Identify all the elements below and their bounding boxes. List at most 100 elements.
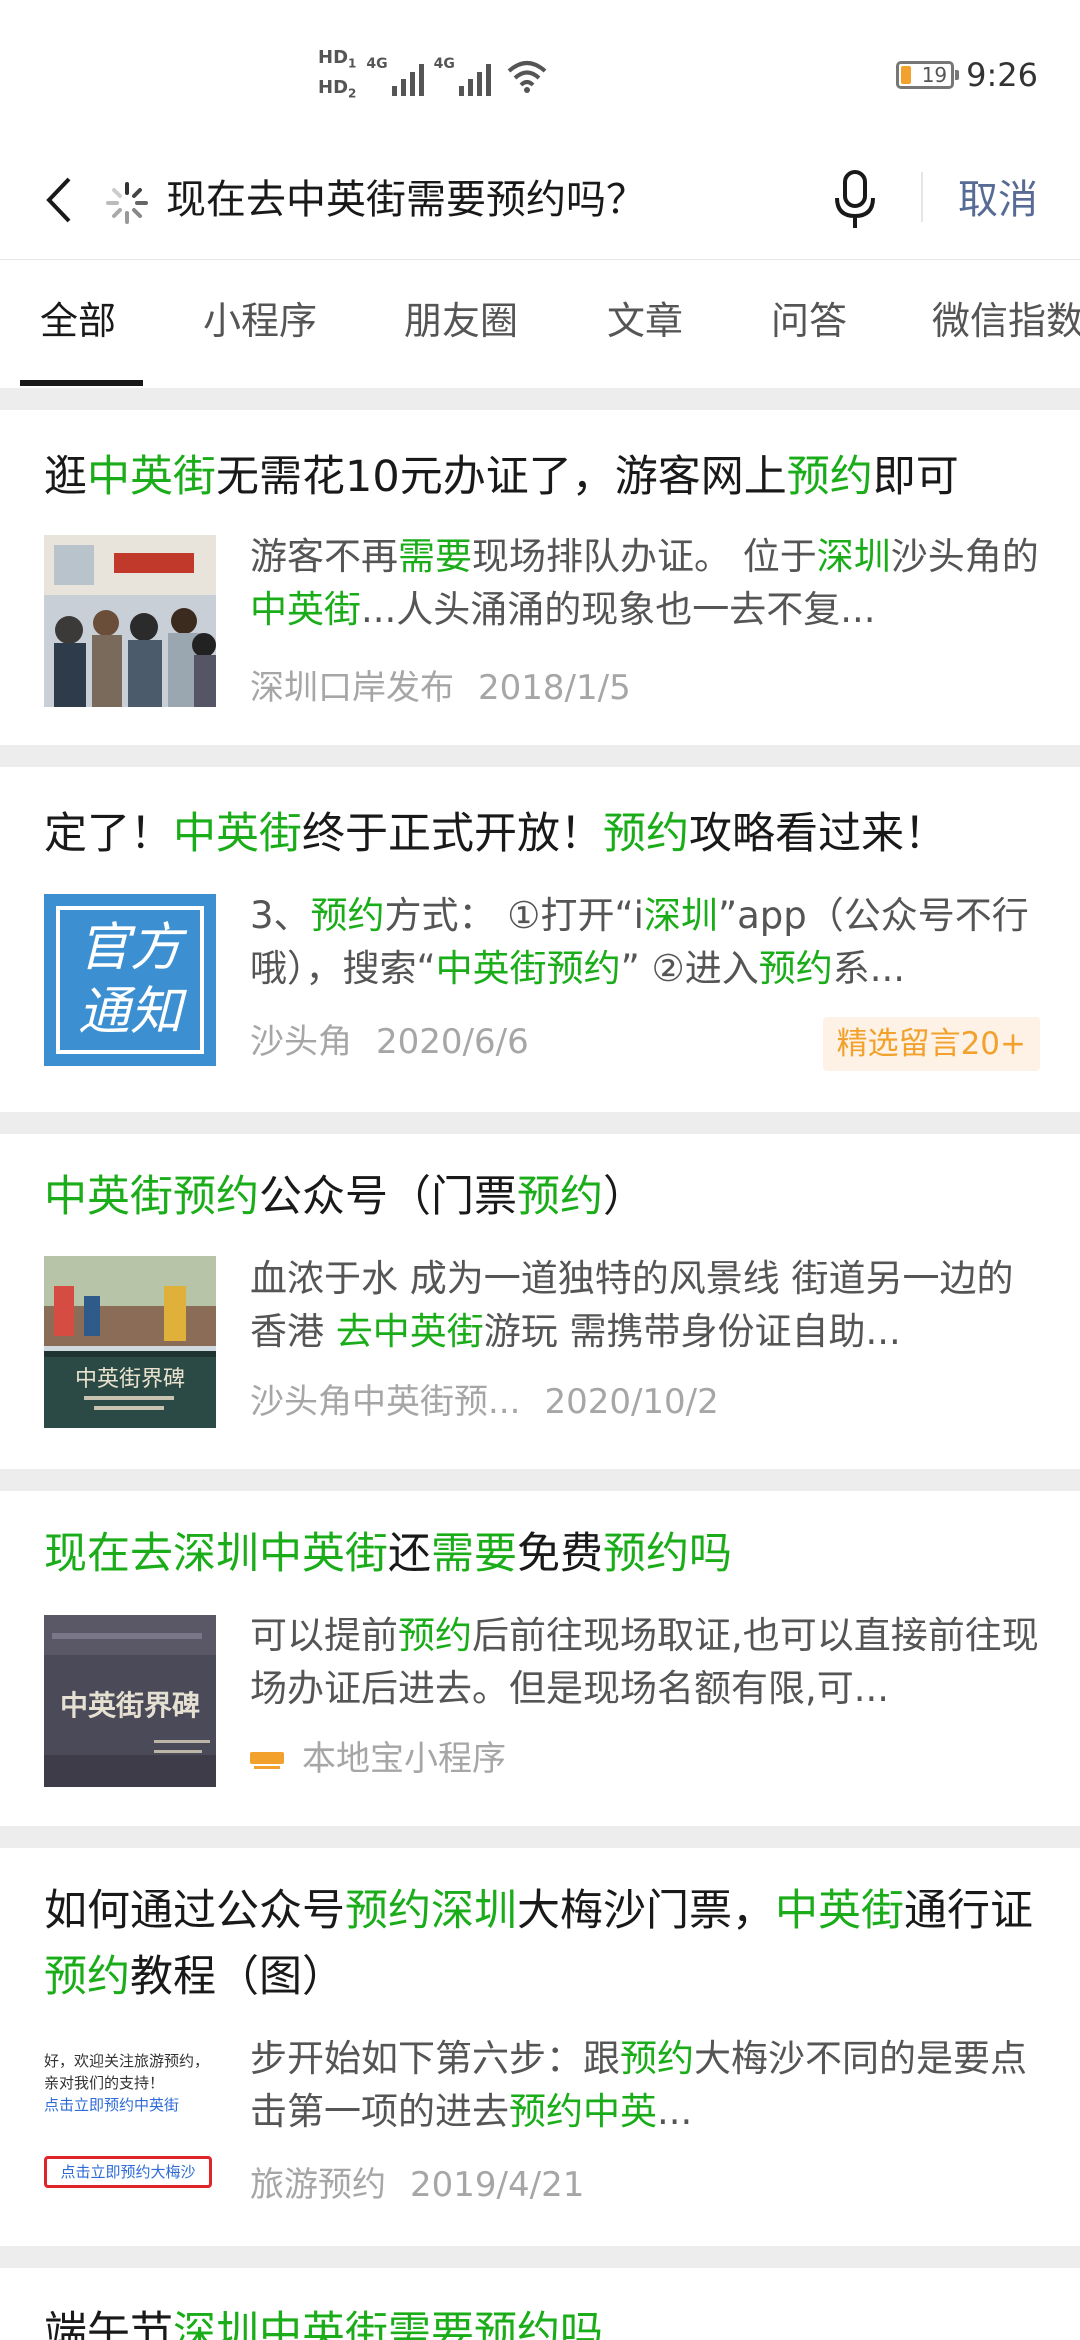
- highlighted-keyword: 深圳中英街需要预约吗: [173, 2308, 603, 2340]
- text-segment: 免费: [517, 1529, 603, 1579]
- tab-mini-programs[interactable]: 小程序: [203, 296, 317, 346]
- search-bar: 现在去中英街需要预约吗？ 取消: [0, 150, 1080, 260]
- highlighted-keyword: 预约: [620, 2037, 694, 2080]
- highlighted-keyword: 预约: [398, 1614, 472, 1657]
- text-segment: ...人头涌涌的现象也一去不复...: [361, 588, 876, 631]
- result-source[interactable]: 沙头角: [250, 1022, 352, 1062]
- text-segment: 游客不再: [250, 535, 398, 578]
- result-source[interactable]: 旅游预约: [250, 2165, 386, 2205]
- text-segment: 端午节: [44, 2308, 173, 2340]
- battery-icon: 19: [896, 61, 960, 89]
- text-segment: 公众号（门票: [259, 1172, 517, 1222]
- text-segment: 攻略看过来！: [689, 809, 947, 859]
- result-snippet: 可以提前预约后前往现场取证,也可以直接前往现场办证后进去。但是现场名额有限,可.…: [250, 1609, 1044, 1715]
- result-thumbnail: 中英街界碑: [44, 1256, 216, 1428]
- result-thumbnail: 官方 通知: [44, 894, 216, 1066]
- search-input[interactable]: 现在去中英街需要预约吗？: [166, 170, 806, 230]
- result-title[interactable]: 端午节深圳中英街需要预约吗: [44, 2300, 1044, 2340]
- result-card[interactable]: 端午节深圳中英街需要预约吗: [0, 2268, 1080, 2340]
- back-icon[interactable]: [30, 172, 86, 228]
- result-meta: 深圳口岸发布 2018/1/5: [250, 665, 631, 711]
- text-segment: ” ②进入: [620, 947, 759, 990]
- mic-icon[interactable]: [830, 168, 880, 232]
- highlighted-keyword: 中英街预约: [44, 1172, 259, 1222]
- highlighted-keyword: 预约: [786, 452, 873, 502]
- result-title[interactable]: 现在去深圳中英街还需要免费预约吗: [44, 1521, 1044, 1587]
- hd-indicator-2: HD2: [318, 76, 357, 101]
- result-meta: 旅游预约 2019/4/21: [250, 2162, 584, 2208]
- result-source[interactable]: 深圳口岸发布: [250, 668, 454, 708]
- highlighted-keyword: 预约: [517, 1172, 603, 1222]
- text-segment: 游玩 需携带身份证自助...: [483, 1310, 901, 1353]
- highlighted-keyword: 需要: [431, 1529, 517, 1579]
- result-card[interactable]: 如何通过公众号预约深圳大梅沙门票，中英街通行证预约教程（图） 好，欢迎关注旅游预…: [0, 1848, 1080, 2246]
- text-segment: 还: [388, 1529, 431, 1579]
- text-segment: 如何通过公众号: [44, 1886, 345, 1936]
- result-snippet: 3、预约方式： ①打开“i深圳”app（公众号不行哦），搜索“中英街预约” ②进…: [250, 889, 1044, 995]
- text-segment: 系...: [832, 947, 906, 990]
- tab-all[interactable]: 全部: [40, 296, 116, 346]
- tab-bar: 全部 小程序 朋友圈 文章 问答 微信指数: [0, 260, 1080, 388]
- text-segment: 沙头角的: [890, 535, 1039, 578]
- highlighted-keyword: 预约中英: [509, 2090, 657, 2133]
- tab-articles[interactable]: 文章: [607, 296, 683, 346]
- result-snippet: 血浓于水 成为一道独特的风景线 街道另一边的香港 去中英街游玩 需携带身份证自助…: [250, 1252, 1044, 1358]
- result-source[interactable]: 本地宝小程序: [250, 1739, 506, 1779]
- tab-wechat-index[interactable]: 微信指数: [932, 296, 1080, 346]
- text-segment: ）: [603, 1172, 646, 1222]
- result-title[interactable]: 定了！中英街终于正式开放！预约攻略看过来！: [44, 801, 1044, 867]
- divider: [921, 172, 923, 222]
- result-card[interactable]: 定了！中英街终于正式开放！预约攻略看过来！ 官方 通知 3、预约 方式： ①打开“…: [0, 767, 1080, 1112]
- text-segment: 即可: [872, 452, 959, 502]
- wifi-icon: [507, 60, 547, 93]
- tab-moments[interactable]: 朋友圈: [404, 296, 518, 346]
- highlighted-keyword: 中英街: [87, 452, 216, 502]
- result-meta: 沙头角中英街预... 2020/10/2: [250, 1379, 719, 1425]
- highlighted-keyword: 预约吗: [603, 1529, 732, 1579]
- text-segment: 逛: [44, 452, 87, 502]
- highlighted-keyword: 中英街: [173, 809, 302, 859]
- highlighted-keyword: 去中英街: [335, 1310, 484, 1353]
- highlighted-keyword: 中英街预约: [435, 947, 621, 990]
- tab-qa[interactable]: 问答: [771, 296, 847, 346]
- result-thumbnail: 好，欢迎关注旅游预约， 亲对我们的支持！ 点击立即预约中英街 点击立即预约大梅沙: [44, 2036, 216, 2208]
- status-bar: HD1 HD2 4G 4G 19 9:26: [0, 0, 1080, 150]
- highlighted-keyword: 需要: [398, 535, 472, 578]
- result-card[interactable]: 现在去深圳中英街还需要免费预约吗 中英街界碑 可以提前预约后前往现场取证,也可以…: [0, 1491, 1080, 1826]
- result-source[interactable]: 沙头角中英街预...: [250, 1382, 520, 1422]
- text-segment: 方式： ①打开“i: [384, 894, 644, 937]
- result-thumbnail: 中英街界碑: [44, 1615, 216, 1787]
- signal-icon: 4G: [434, 56, 491, 96]
- featured-comments-badge: 精选留言20+: [822, 1017, 1040, 1071]
- result-meta: 本地宝小程序: [250, 1736, 506, 1782]
- text-segment: 现场排队办证。 位于: [472, 535, 817, 578]
- result-snippet: 游客不再需要现场排队办证。 位于深圳沙头角的中英街...人头涌涌的现象也一去不复…: [250, 530, 1044, 636]
- text-segment: 教程（图）: [130, 1952, 345, 2002]
- result-snippet: 步开始如下第六步：跟预约大梅沙不同的是要点击第一项的进去预约中英...: [250, 2032, 1044, 2138]
- highlighted-keyword: 深圳: [816, 535, 891, 578]
- cancel-button[interactable]: 取消: [958, 170, 1038, 230]
- text-segment: 步开始如下第六步：跟: [250, 2037, 620, 2080]
- network-indicators: HD1 HD2 4G 4G: [318, 48, 547, 103]
- result-card[interactable]: 中英街预约公众号（门票预约） 中英街界碑 血浓于水 成为一道独特的风景线 街道另…: [0, 1134, 1080, 1469]
- active-tab-indicator: [20, 380, 143, 386]
- text-segment: ...: [657, 2090, 693, 2133]
- result-title[interactable]: 如何通过公众号预约深圳大梅沙门票，中英街通行证预约教程（图）: [44, 1878, 1044, 2010]
- text-segment: 可以提前: [250, 1614, 398, 1657]
- text-segment: 3、: [250, 894, 311, 937]
- highlighted-keyword: 现在去深圳中英街: [44, 1529, 388, 1579]
- result-date: 2020/6/6: [376, 1022, 529, 1062]
- result-date: 2020/10/2: [544, 1382, 719, 1422]
- svg-text:中英街界碑: 中英街界碑: [75, 1367, 185, 1392]
- result-title[interactable]: 逛中英街无需花10元办证了，游客网上预约即可: [44, 444, 1044, 510]
- highlighted-keyword: 深圳: [643, 894, 718, 937]
- svg-text:中英街界碑: 中英街界碑: [60, 1689, 200, 1722]
- highlighted-keyword: 预约: [44, 1952, 130, 2002]
- hd-indicator-1: HD1: [318, 47, 357, 71]
- text-segment: 通行证: [904, 1886, 1033, 1936]
- result-card[interactable]: 逛中英街无需花10元办证了，游客网上预约即可 游客不再需要现场排队办证。 位于深…: [0, 410, 1080, 745]
- result-title[interactable]: 中英街预约公众号（门票预约）: [44, 1164, 1044, 1230]
- highlighted-keyword: 预约: [758, 947, 833, 990]
- text-segment: 定了！: [44, 809, 173, 859]
- loading-icon: [106, 182, 148, 224]
